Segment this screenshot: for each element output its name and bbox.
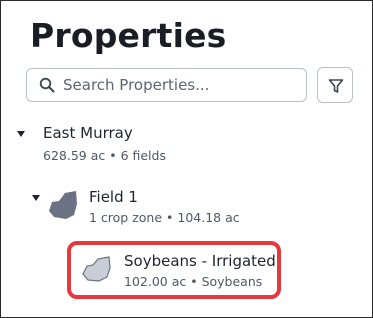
field-name: Field 1: [89, 188, 138, 206]
field-shape-icon: [49, 191, 77, 219]
field-summary: 1 crop zone • 104.18 ac: [89, 210, 240, 225]
filter-icon: [328, 79, 344, 93]
search-input[interactable]: Search Properties...: [26, 68, 307, 102]
search-icon: [39, 77, 55, 93]
search-placeholder: Search Properties...: [63, 76, 210, 94]
page-title: Properties: [30, 16, 227, 55]
caret-down-icon[interactable]: [31, 194, 41, 202]
farm-name: East Murray: [43, 124, 133, 142]
crop-zone-highlight: [67, 241, 281, 299]
caret-down-icon[interactable]: [16, 130, 26, 138]
farm-summary: 628.59 ac • 6 fields: [43, 148, 166, 163]
properties-panel: Properties Search Properties... East Mur…: [0, 0, 373, 318]
filter-button[interactable]: [317, 67, 353, 103]
